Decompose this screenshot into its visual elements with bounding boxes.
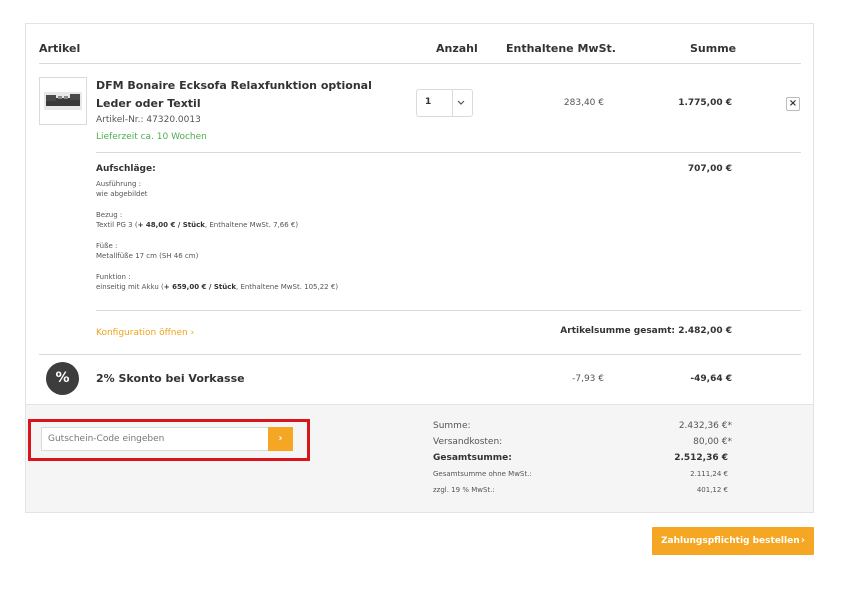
surcharge-value-line: Textil PG 3 (+ 48,00 € / Stück, Enthalte… [96,220,298,230]
open-configuration-label: Konfiguration öffnen [96,328,188,338]
surcharge-item: Bezug : Textil PG 3 (+ 48,00 € / Stück, … [96,210,298,230]
article-number: Artikel-Nr.: 47320.0013 [96,115,201,125]
header-artikel: Artikel [39,42,81,55]
divider [39,354,801,355]
surcharge-value: Metallfüße 17 cm (SH 46 cm) [96,252,199,260]
surcharge-label: Funktion : [96,273,131,281]
open-configuration-link[interactable]: Konfiguration öffnen › [96,328,194,338]
cart-footer: Gutschein-Code eingeben › Summe: 2.432,3… [26,404,813,512]
totals-value-vat: 401,12 € [696,486,728,494]
remove-item-button[interactable]: × [786,97,800,111]
delivery-time: Lieferzeit ca. 10 Wochen [96,132,207,142]
chevron-right-icon: › [190,328,195,338]
surcharge-item: Funktion : einseitig mit Akku (+ 659,00 … [96,272,338,292]
header-anzahl: Anzahl [436,42,478,55]
surcharge-value-line: einseitig mit Akku (+ 659,00 € / Stück, … [96,282,338,292]
product-sum: 1.775,00 € [678,98,732,108]
surcharges-title: Aufschläge: [96,164,156,174]
surcharge-price: + 659,00 € / Stück [163,283,236,291]
chevron-right-icon: › [800,535,805,546]
totals-label-net: Gesamtsumme ohne MwSt.: [433,470,532,478]
surcharge-tax: , Enthaltene MwSt. 7,66 €) [204,221,299,229]
surcharge-value: einseitig mit Akku ( [96,283,164,291]
divider [96,152,801,153]
totals-value-sum: 2.432,36 €* [678,421,732,431]
discount-sum: -49,64 € [690,374,732,384]
cart-table: Artikel Anzahl Enthaltene MwSt. Summe DF… [25,23,814,513]
sofa-image-icon [44,92,82,110]
totals-value-net: 2.111,24 € [690,470,728,478]
totals-value-grand: 2.512,36 € [674,453,728,463]
voucher-submit-button[interactable]: › [268,427,293,451]
header-mwst: Enthaltene MwSt. [506,42,616,55]
surcharge-label: Ausführung : [96,180,141,188]
totals-value-shipping: 80,00 €* [693,437,732,447]
article-total-label: Artikelsumme gesamt: [560,326,676,336]
surcharge-label: Füße : [96,242,118,250]
place-order-label: Zahlungspflichtig bestellen [661,536,800,546]
surcharge-item: Füße : Metallfüße 17 cm (SH 46 cm) [96,241,198,261]
place-order-button[interactable]: Zahlungspflichtig bestellen › [652,527,814,555]
surcharge-value: Textil PG 3 ( [96,221,138,229]
product-image[interactable] [39,77,87,125]
discount-label: 2% Skonto bei Vorkasse [96,372,245,385]
divider [39,63,801,64]
surcharge-label: Bezug : [96,211,123,219]
product-mwst: 283,40 € [563,98,604,108]
voucher-input[interactable]: Gutschein-Code eingeben [41,427,269,451]
surcharge-value: wie abgebildet [96,190,148,198]
surcharges-total: 707,00 € [687,164,732,174]
totals-label-sum: Summe: [433,421,471,431]
quantity-select[interactable]: 1 [416,89,473,117]
totals-label-shipping: Versandkosten: [433,437,503,447]
totals-label-vat: zzgl. 19 % MwSt.: [433,486,495,494]
product-name[interactable]: DFM Bonaire Ecksofa Relaxfunktion option… [96,77,386,113]
discount-mwst: -7,93 € [572,374,604,384]
percent-icon: % [46,362,79,395]
article-total-value: 2.482,00 € [678,326,732,336]
surcharge-price: + 48,00 € / Stück [137,221,205,229]
quantity-value: 1 [425,97,432,107]
totals-label-grand: Gesamtsumme: [433,453,512,463]
surcharge-tax: , Enthaltene MwSt. 105,22 €) [236,283,339,291]
divider [96,310,801,311]
chevron-down-icon [457,96,465,113]
article-total: Artikelsumme gesamt: 2.482,00 € [546,326,732,336]
header-summe: Summe [690,42,737,55]
divider [452,90,453,116]
surcharge-item: Ausführung : wie abgebildet [96,179,148,199]
